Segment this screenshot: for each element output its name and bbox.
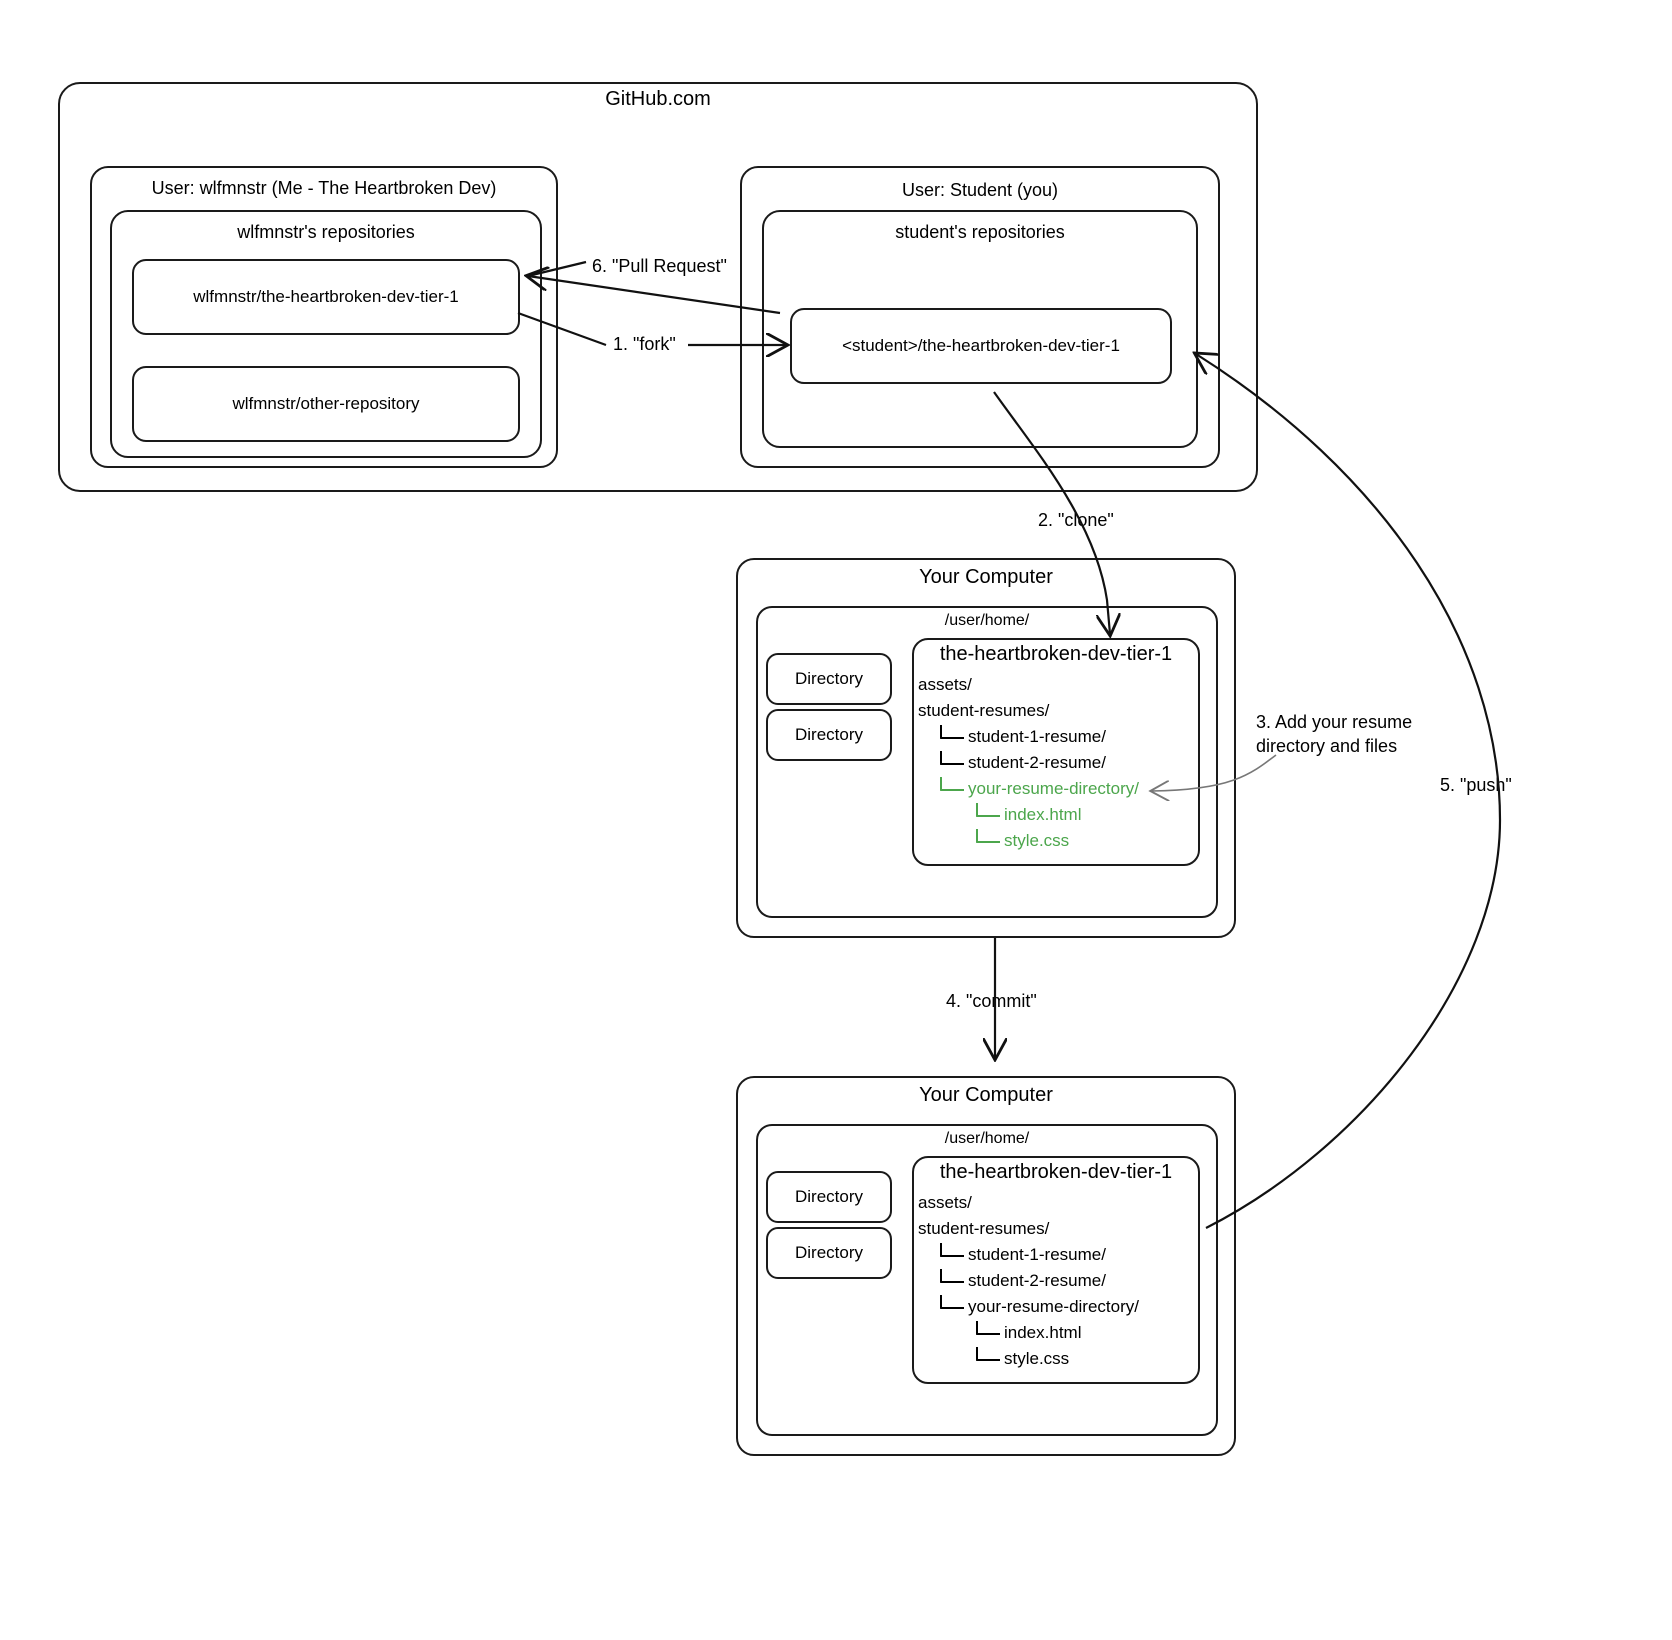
tree-label: your-resume-directory/ <box>968 1297 1139 1316</box>
computer-bottom-directory-2[interactable]: Directory <box>766 1227 892 1279</box>
directory-label: Directory <box>794 725 863 744</box>
step-add-resume-line1: 3. Add your resume <box>1256 712 1413 732</box>
repo-name: <student>/the-heartbroken-dev-tier-1 <box>842 336 1120 355</box>
owner-repos-title: wlfmnstr's repositories <box>237 222 415 242</box>
owner-user-title: User: wlfmnstr (Me - The Heartbroken Dev… <box>151 178 497 198</box>
directory-label: Directory <box>794 1243 863 1262</box>
step-fork-label: 1. "fork" <box>613 334 676 354</box>
tree-connector-icon <box>940 1243 964 1257</box>
repo-name: wlfmnstr/the-heartbroken-dev-tier-1 <box>193 287 459 306</box>
tree-label: student-2-resume/ <box>968 1271 1106 1290</box>
tree-connector-icon <box>940 1269 964 1283</box>
tree-connector-icon <box>940 777 964 791</box>
computer-top-repo-title: the-heartbroken-dev-tier-1 <box>939 643 1173 665</box>
tree-connector-icon <box>976 803 1000 817</box>
computer-bottom-directory-1[interactable]: Directory <box>766 1171 892 1223</box>
computer-top-directory-1[interactable]: Directory <box>766 653 892 705</box>
tree-connector-icon <box>940 1295 964 1309</box>
step-add-resume-label: 3. Add your resume directory and files <box>1256 710 1412 759</box>
tree-connector-icon <box>940 751 964 765</box>
step-push-label: 5. "push" <box>1440 775 1512 795</box>
computer-bottom-repo-title: the-heartbroken-dev-tier-1 <box>939 1161 1173 1183</box>
tree-label: index.html <box>1004 1323 1082 1342</box>
computer-top-home-title: /user/home/ <box>944 612 1030 629</box>
step-commit-label: 4. "commit" <box>946 991 1037 1011</box>
tree-label: student-2-resume/ <box>968 753 1106 772</box>
tree-label: index.html <box>1004 805 1082 824</box>
tree-connector-icon <box>976 829 1000 843</box>
diagram-canvas: GitHub.com User: wlfmnstr (Me - The Hear… <box>0 0 1672 1640</box>
student-repos-title: student's repositories <box>895 222 1065 242</box>
repo-card-owner-other[interactable]: wlfmnstr/other-repository <box>132 366 520 442</box>
step-add-resume-line2: directory and files <box>1256 736 1398 757</box>
directory-label: Directory <box>794 669 863 688</box>
tree-connector-icon <box>976 1321 1000 1335</box>
tree-connector-icon <box>976 1347 1000 1361</box>
tree-label: student-resumes/ <box>918 1219 1050 1238</box>
tree-label: student-resumes/ <box>918 701 1050 720</box>
repo-name: wlfmnstr/other-repository <box>232 394 420 413</box>
repo-card-student-tier1[interactable]: <student>/the-heartbroken-dev-tier-1 <box>790 308 1172 384</box>
directory-label: Directory <box>794 1187 863 1206</box>
tree-label: style.css <box>1004 831 1070 850</box>
tree-label: student-1-resume/ <box>968 1245 1106 1264</box>
step-clone-label: 2. "clone" <box>1038 510 1114 530</box>
tree-label: style.css <box>1004 1349 1070 1368</box>
computer-bottom-home-title: /user/home/ <box>944 1130 1030 1147</box>
tree-label: student-1-resume/ <box>968 727 1106 746</box>
step-pull-request-label: 6. "Pull Request" <box>592 256 727 276</box>
tree-label: assets/ <box>918 675 972 694</box>
computer-top-title: Your Computer <box>919 566 1053 588</box>
tree-label: your-resume-directory/ <box>968 779 1139 798</box>
repo-card-owner-tier1[interactable]: wlfmnstr/the-heartbroken-dev-tier-1 <box>132 259 520 335</box>
tree-label: assets/ <box>918 1193 972 1212</box>
student-user-title: User: Student (you) <box>901 180 1059 200</box>
computer-bottom-title: Your Computer <box>919 1084 1053 1106</box>
computer-top-directory-2[interactable]: Directory <box>766 709 892 761</box>
github-title: GitHub.com <box>605 88 711 110</box>
tree-connector-icon <box>940 725 964 739</box>
